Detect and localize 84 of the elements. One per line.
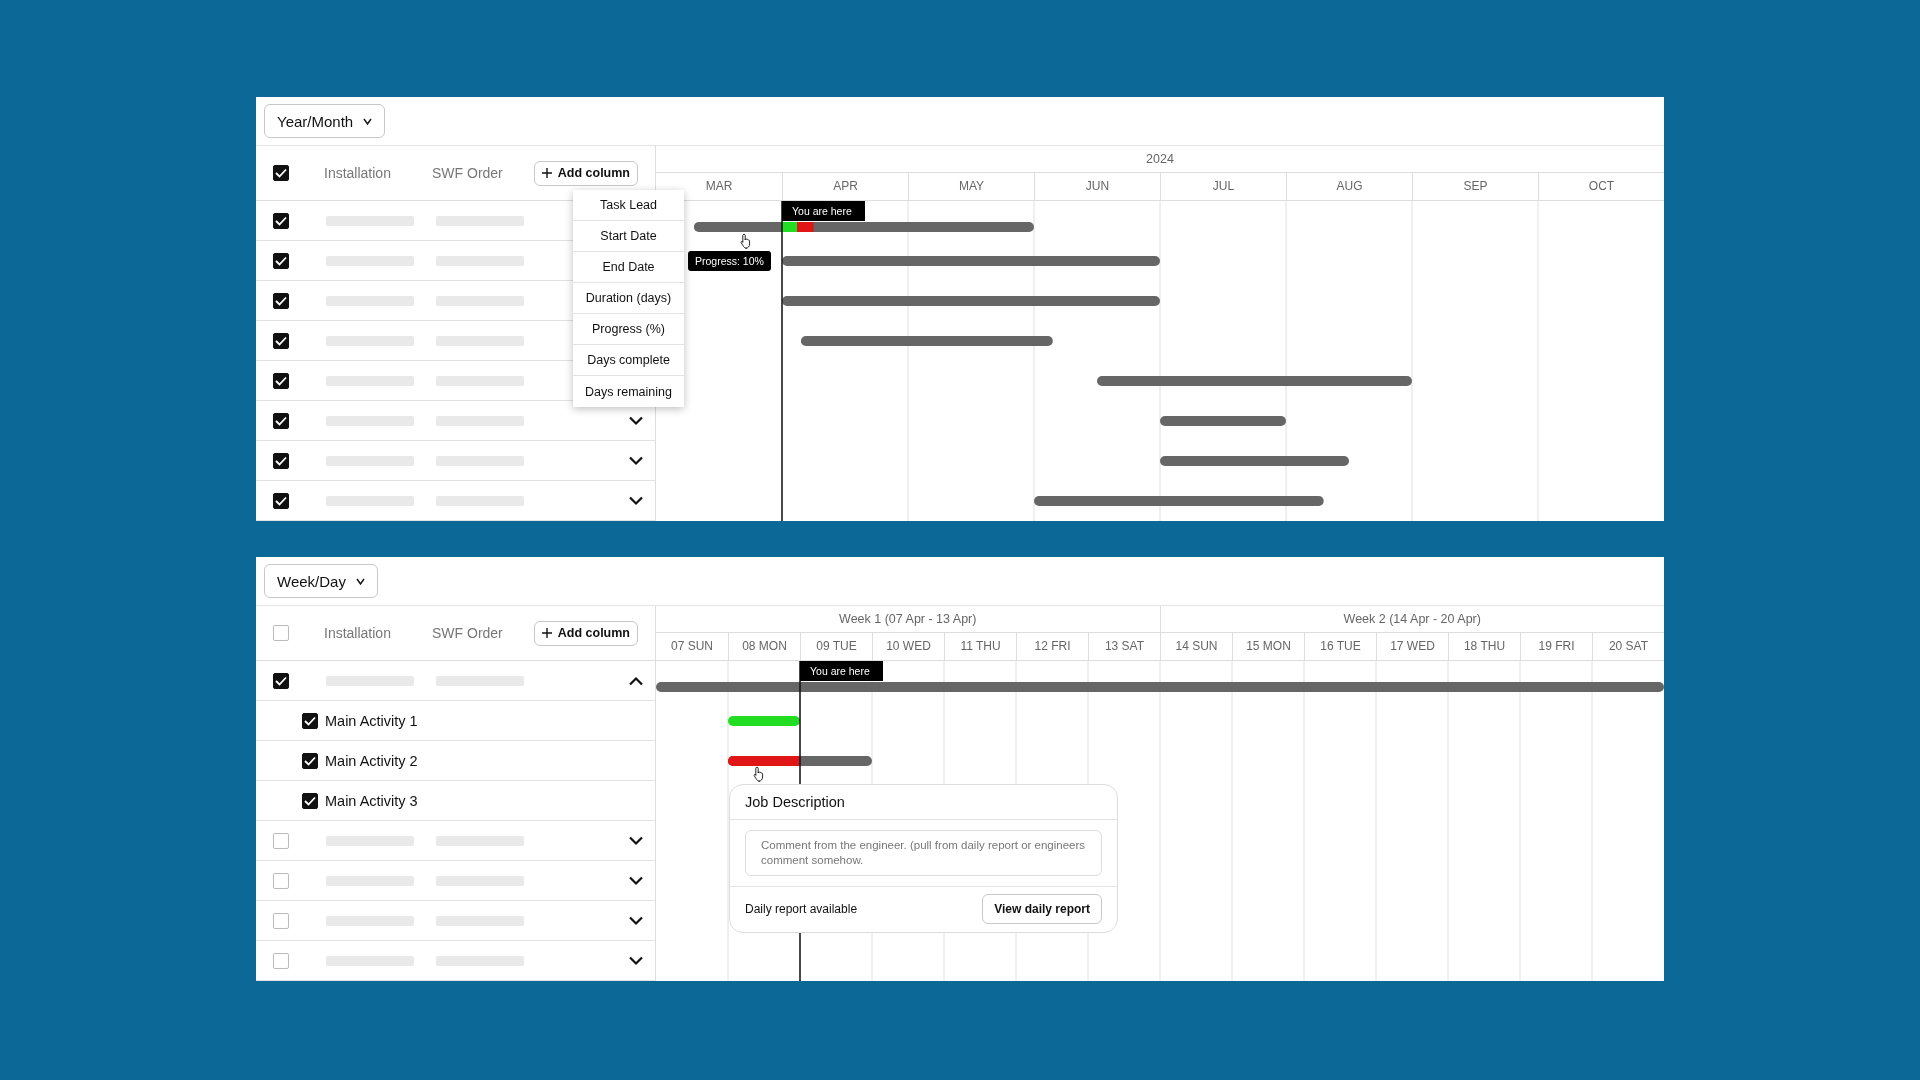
timeline-column-label: OCT — [1588, 179, 1615, 193]
checkbox[interactable] — [273, 252, 289, 269]
you-are-here-label: You are here — [800, 661, 883, 681]
menu-item[interactable]: Days remaining — [573, 376, 684, 407]
column-header: SWF Order — [432, 625, 503, 641]
menu-item[interactable]: Progress (%) — [573, 314, 684, 345]
checkbox[interactable] — [302, 752, 318, 769]
timeline-column-label: 19 FRI — [1538, 639, 1575, 653]
progress-tooltip: Progress: 10% — [688, 251, 771, 271]
report-status-text: Daily report available — [745, 902, 858, 916]
timeline-column-label: 14 SUN — [1175, 639, 1218, 653]
checkbox[interactable] — [273, 832, 289, 849]
column-header: Installation — [324, 165, 392, 181]
timeline-column-label: SEP — [1463, 179, 1488, 193]
checkbox[interactable] — [273, 872, 289, 889]
column-header: Installation — [324, 625, 392, 641]
plus-icon — [541, 168, 552, 178]
checkbox[interactable] — [273, 912, 289, 929]
timeline-column-label: MAR — [705, 179, 733, 193]
timeline-column-label: 07 SUN — [671, 639, 713, 653]
timeline-column-label: 13 SAT — [1104, 639, 1145, 653]
caret-icon — [363, 117, 373, 125]
timeline-column-label: 20 SAT — [1608, 639, 1649, 653]
view-selector[interactable]: Week/Day — [264, 564, 378, 598]
popup-title: Job Description — [745, 794, 845, 810]
menu-item[interactable]: Start Date — [573, 221, 684, 252]
chevron-down-icon[interactable] — [628, 455, 644, 466]
menu-item[interactable]: Duration (days) — [573, 283, 684, 314]
chevron-up-icon[interactable] — [628, 675, 644, 686]
checkbox[interactable] — [273, 625, 289, 641]
timeline-column-label: APR — [833, 179, 858, 193]
checkbox[interactable] — [273, 452, 289, 469]
chevron-down-icon[interactable] — [628, 915, 644, 926]
checkbox[interactable] — [273, 372, 289, 389]
timeline-column-label: 15 MON — [1246, 639, 1291, 653]
timeline-column-label: AUG — [1336, 179, 1363, 193]
timeline-column-label: 11 THU — [960, 639, 1001, 653]
timeline-column-label: 18 THU — [1463, 639, 1506, 653]
timeline-group-label: Week 1 (07 Apr - 13 Apr) — [839, 612, 977, 626]
chevron-down-icon[interactable] — [628, 955, 644, 966]
view-selector[interactable]: Year/Month — [264, 104, 386, 138]
activity-name: Main Activity 3 — [325, 792, 418, 809]
column-header: SWF Order — [432, 165, 503, 181]
checkbox[interactable] — [302, 792, 318, 809]
checkbox[interactable] — [273, 332, 289, 349]
menu-item[interactable]: Task Lead — [573, 190, 684, 221]
hand-cursor-icon — [740, 233, 753, 249]
chevron-down-icon[interactable] — [628, 875, 644, 886]
timeline-column-label: 16 TUE — [1320, 639, 1361, 653]
checkbox[interactable] — [273, 165, 289, 181]
caret-icon — [355, 577, 365, 585]
timeline-column-label: MAY — [958, 179, 985, 193]
timeline-group-label: Week 2 (14 Apr - 20 Apr) — [1343, 612, 1481, 626]
gantt-bar[interactable] — [693, 222, 1034, 232]
chevron-down-icon[interactable] — [628, 415, 644, 426]
timeline-column-label: 08 MON — [742, 639, 787, 653]
add-column-button[interactable]: Add column — [533, 620, 638, 646]
comment-box: Comment from the engineer. (pull from daily report or engineers comment somehow. — [745, 830, 1102, 876]
activity-name: Main Activity 1 — [325, 712, 418, 729]
timeline-column-label: 10 WED — [886, 639, 931, 653]
timeline-column-label: 17 WED — [1390, 639, 1435, 653]
add-column-button[interactable]: Add column — [533, 160, 638, 186]
checkbox[interactable] — [273, 292, 289, 309]
timeline-group-label: 2024 — [1146, 152, 1174, 166]
plus-icon — [541, 628, 552, 638]
chevron-down-icon[interactable] — [628, 835, 644, 846]
checkbox[interactable] — [273, 212, 289, 229]
view-report-button[interactable]: View daily report — [982, 894, 1102, 924]
hand-cursor-icon — [753, 766, 766, 782]
menu-item[interactable]: Days complete — [573, 345, 684, 376]
you-are-here-label: You are here — [782, 201, 865, 221]
checkbox[interactable] — [273, 492, 289, 509]
checkbox[interactable] — [273, 672, 289, 689]
timeline-column-label: 12 FRI — [1034, 639, 1071, 653]
gantt-bar[interactable] — [782, 222, 798, 232]
activity-name: Main Activity 2 — [325, 752, 418, 769]
checkbox[interactable] — [273, 952, 289, 969]
checkbox[interactable] — [273, 412, 289, 429]
menu-item[interactable]: End Date — [573, 252, 684, 283]
timeline-column-label: 09 TUE — [816, 639, 857, 653]
timeline-column-label: JUN — [1085, 179, 1110, 193]
checkbox[interactable] — [302, 712, 318, 729]
chevron-down-icon[interactable] — [628, 495, 644, 506]
timeline-column-label: JUL — [1212, 179, 1235, 193]
